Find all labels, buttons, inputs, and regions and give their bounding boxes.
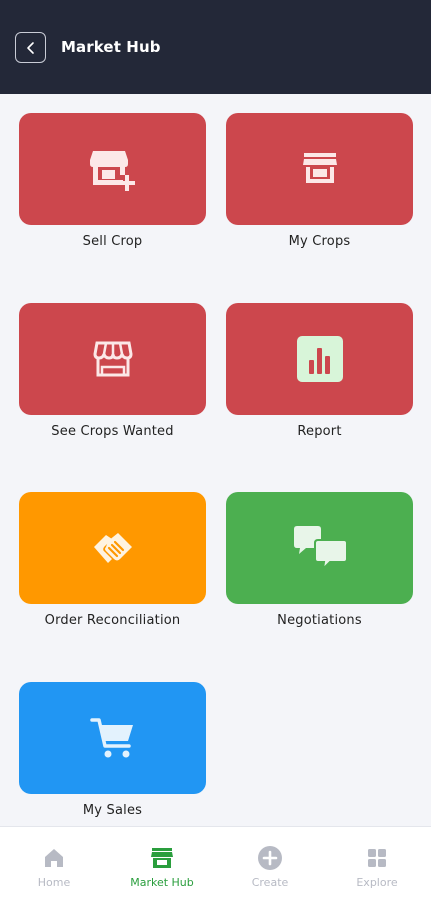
sell-crop-tile[interactable] bbox=[19, 113, 206, 225]
nav-label-market-hub: Market Hub bbox=[130, 876, 194, 889]
store-add-icon bbox=[89, 151, 135, 191]
handshake-icon bbox=[93, 533, 132, 563]
store-icon bbox=[302, 153, 337, 183]
chat-bubbles-icon bbox=[293, 526, 348, 572]
home-icon bbox=[45, 849, 63, 867]
chevron-left-icon bbox=[26, 41, 34, 54]
bottom-navigation: Home Market Hub Create Explore bbox=[0, 826, 431, 900]
app-header: Market Hub bbox=[0, 0, 431, 94]
my-crops-label: My Crops bbox=[288, 234, 351, 249]
order-reconciliation-label: Order Reconciliation bbox=[44, 613, 181, 628]
nav-label-home: Home bbox=[37, 876, 71, 889]
negotiations-label: Negotiations bbox=[277, 613, 362, 628]
my-sales-label: My Sales bbox=[82, 803, 143, 818]
sell-crop-label: Sell Crop bbox=[82, 234, 143, 249]
grid-icon bbox=[368, 849, 386, 867]
order-reconciliation-tile[interactable] bbox=[19, 492, 206, 604]
market-icon bbox=[151, 848, 173, 868]
nav-item-home[interactable]: Home bbox=[0, 827, 108, 900]
my-sales-tile[interactable] bbox=[19, 682, 206, 794]
report-label: Report bbox=[297, 424, 342, 439]
shopping-cart-icon bbox=[89, 718, 133, 758]
storefront-awning-icon bbox=[92, 341, 133, 377]
back-button[interactable] bbox=[15, 32, 46, 63]
see-crops-wanted-tile[interactable] bbox=[19, 303, 206, 415]
bar-chart-icon bbox=[296, 336, 343, 382]
my-crops-tile[interactable] bbox=[226, 113, 413, 225]
nav-item-create[interactable]: Create bbox=[216, 827, 324, 900]
see-crops-wanted-label: See Crops Wanted bbox=[51, 424, 174, 439]
report-tile[interactable] bbox=[226, 303, 413, 415]
nav-item-market-hub[interactable]: Market Hub bbox=[108, 827, 216, 900]
nav-item-explore[interactable]: Explore bbox=[323, 827, 431, 900]
page-title: Market Hub bbox=[61, 38, 161, 56]
nav-label-explore: Explore bbox=[356, 876, 398, 889]
negotiations-tile[interactable] bbox=[226, 492, 413, 604]
plus-circle-icon bbox=[258, 846, 282, 870]
nav-label-create: Create bbox=[251, 876, 289, 889]
